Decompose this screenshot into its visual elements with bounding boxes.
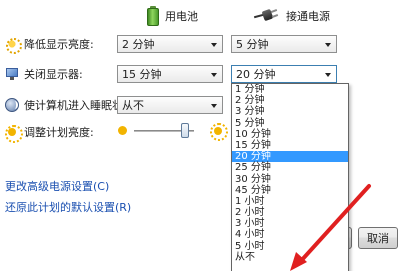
- dropdown-option[interactable]: 3 小时: [232, 218, 348, 229]
- plugged-column-label: 接通电源: [286, 10, 330, 23]
- advanced-power-settings-link[interactable]: 更改高级电源设置(C): [5, 178, 109, 194]
- dropdown-option[interactable]: 从不: [232, 252, 348, 263]
- dropdown-option[interactable]: 45 分钟: [232, 185, 348, 196]
- dim-display-battery-value: 2 分钟: [122, 38, 155, 51]
- dropdown-option[interactable]: 5 小时: [232, 241, 348, 252]
- brightness-slider[interactable]: [118, 123, 228, 141]
- dropdown-option[interactable]: 1 分钟: [232, 84, 348, 95]
- dim-display-icon: [5, 37, 22, 54]
- dropdown-option[interactable]: 1 小时: [232, 196, 348, 207]
- battery-column-label: 用电池: [165, 10, 198, 23]
- chevron-down-icon: [211, 104, 217, 108]
- monitor-icon: [5, 67, 19, 81]
- turn-off-display-label: 关闭显示器:: [24, 68, 83, 81]
- dropdown-option[interactable]: 2 小时: [232, 207, 348, 218]
- turn-off-display-battery-value: 15 分钟: [122, 68, 162, 81]
- turn-off-display-battery-select[interactable]: 15 分钟: [117, 65, 223, 83]
- dim-display-battery-select[interactable]: 2 分钟: [117, 35, 223, 53]
- dropdown-option[interactable]: 10 分钟: [232, 129, 348, 140]
- turn-off-display-plugged-select[interactable]: 20 分钟: [231, 65, 337, 83]
- dropdown-option[interactable]: 20 分钟: [232, 151, 348, 163]
- brightness-high-icon: [210, 123, 228, 141]
- brightness-label: 调整计划亮度:: [24, 126, 94, 139]
- plugged-column-header: 接通电源: [253, 3, 330, 29]
- plugged-display-off-dropdown-list[interactable]: 1 分钟 2 分钟 3 分钟 5 分钟 10 分钟 15 分钟 20 分钟 25 分钟 30 分…: [231, 83, 349, 271]
- dropdown-option[interactable]: 15 分钟: [232, 140, 348, 151]
- sleep-moon-icon: [5, 98, 19, 112]
- turn-off-display-plugged-value: 20 分钟: [236, 68, 276, 81]
- chevron-down-icon: [211, 73, 217, 77]
- dim-display-plugged-value: 5 分钟: [236, 38, 269, 51]
- dim-display-plugged-select[interactable]: 5 分钟: [231, 35, 337, 53]
- turn-off-display-row: 关闭显示器:: [5, 66, 83, 82]
- dim-display-row: 降低显示亮度:: [5, 36, 94, 54]
- dropdown-option[interactable]: 3 分钟: [232, 106, 348, 117]
- restore-defaults-link[interactable]: 还原此计划的默认设置(R): [5, 199, 131, 215]
- cancel-button[interactable]: 取消: [358, 227, 398, 249]
- dim-display-label: 降低显示亮度:: [24, 38, 94, 51]
- power-plug-icon: [253, 6, 280, 26]
- battery-icon: [147, 6, 159, 26]
- chevron-down-icon: [211, 43, 217, 47]
- dropdown-option[interactable]: 5 分钟: [232, 118, 348, 129]
- dropdown-option[interactable]: 25 分钟: [232, 162, 348, 173]
- brightness-low-icon: [118, 126, 127, 135]
- battery-column-header: 用电池: [147, 3, 198, 29]
- dropdown-option[interactable]: 2 分钟: [232, 95, 348, 106]
- brightness-row: 调整计划亮度:: [5, 124, 94, 143]
- slider-thumb[interactable]: [181, 123, 189, 138]
- sleep-battery-value: 从不: [122, 99, 144, 112]
- dropdown-option[interactable]: 30 分钟: [232, 174, 348, 185]
- chevron-down-icon: [325, 73, 331, 77]
- dropdown-option[interactable]: 4 小时: [232, 229, 348, 240]
- brightness-sun-icon: [5, 125, 23, 143]
- chevron-down-icon: [325, 43, 331, 47]
- sleep-battery-select[interactable]: 从不: [117, 96, 223, 114]
